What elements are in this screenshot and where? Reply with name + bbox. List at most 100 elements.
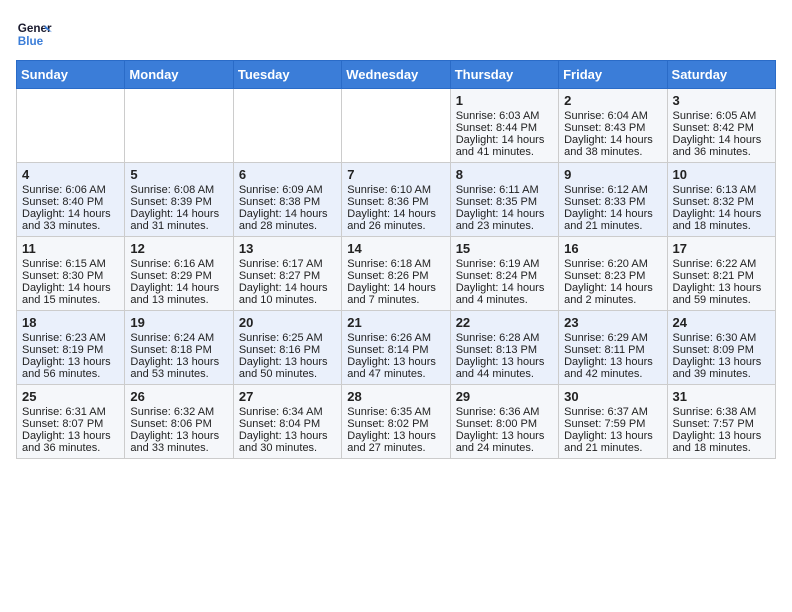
day-number: 30 [564, 389, 661, 404]
day-info: Daylight: 13 hours and 30 minutes. [239, 430, 336, 454]
day-info: Sunrise: 6:06 AM [22, 184, 119, 196]
day-cell: 22Sunrise: 6:28 AMSunset: 8:13 PMDayligh… [450, 311, 558, 385]
day-cell: 10Sunrise: 6:13 AMSunset: 8:32 PMDayligh… [667, 163, 775, 237]
day-cell [342, 89, 450, 163]
day-cell: 13Sunrise: 6:17 AMSunset: 8:27 PMDayligh… [233, 237, 341, 311]
day-cell: 7 Sunrise: 6:10 AMSunset: 8:36 PMDaylight… [342, 163, 450, 237]
day-info: Daylight: 14 hours and 31 minutes. [130, 208, 227, 232]
day-cell: 18Sunrise: 6:23 AMSunset: 8:19 PMDayligh… [17, 311, 125, 385]
day-number: 1 [456, 93, 553, 108]
day-info: Sunset: 8:30 PM [22, 270, 119, 282]
day-info: Daylight: 14 hours and 38 minutes. [564, 134, 661, 158]
day-info: Sunrise: 6:29 AM [564, 332, 661, 344]
day-info: Sunrise: 6:36 AM [456, 406, 553, 418]
day-cell: 16Sunrise: 6:20 AMSunset: 8:23 PMDayligh… [559, 237, 667, 311]
day-info: Daylight: 14 hours and 10 minutes. [239, 282, 336, 306]
weekday-header-monday: Monday [125, 61, 233, 89]
day-info: Sunrise: 6:04 AM [564, 110, 661, 122]
day-info: Sunrise: 6:38 AM [673, 406, 770, 418]
day-info: Sunrise: 6:34 AM [239, 406, 336, 418]
day-cell: 25Sunrise: 6:31 AMSunset: 8:07 PMDayligh… [17, 385, 125, 459]
day-info: Sunset: 8:18 PM [130, 344, 227, 356]
day-number: 21 [347, 315, 444, 330]
day-info: Sunset: 7:59 PM [564, 418, 661, 430]
day-cell: 20Sunrise: 6:25 AMSunset: 8:16 PMDayligh… [233, 311, 341, 385]
day-info: Daylight: 13 hours and 21 minutes. [564, 430, 661, 454]
day-info: Daylight: 14 hours and 36 minutes. [673, 134, 770, 158]
day-info: Sunrise: 6:10 AM [347, 184, 444, 196]
day-cell: 6Sunrise: 6:09 AMSunset: 8:38 PMDaylight… [233, 163, 341, 237]
day-info: Daylight: 13 hours and 27 minutes. [347, 430, 444, 454]
day-info: Daylight: 13 hours and 18 minutes. [673, 430, 770, 454]
day-info: Sunset: 8:11 PM [564, 344, 661, 356]
day-cell: 26Sunrise: 6:32 AMSunset: 8:06 PMDayligh… [125, 385, 233, 459]
day-cell: 8Sunrise: 6:11 AMSunset: 8:35 PMDaylight… [450, 163, 558, 237]
day-info: Sunrise: 6:25 AM [239, 332, 336, 344]
day-cell: 5 Sunrise: 6:08 AMSunset: 8:39 PMDaylight… [125, 163, 233, 237]
day-number: 7 [347, 167, 444, 182]
day-number: 19 [130, 315, 227, 330]
day-info: Sunset: 8:24 PM [456, 270, 553, 282]
day-number: 17 [673, 241, 770, 256]
day-cell: 12Sunrise: 6:16 AMSunset: 8:29 PMDayligh… [125, 237, 233, 311]
day-info: Daylight: 13 hours and 56 minutes. [22, 356, 119, 380]
day-info: Sunset: 8:42 PM [673, 122, 770, 134]
day-info: Sunset: 8:16 PM [239, 344, 336, 356]
day-info: Sunrise: 6:28 AM [456, 332, 553, 344]
day-info: Sunrise: 6:26 AM [347, 332, 444, 344]
day-info: Sunrise: 6:16 AM [130, 258, 227, 270]
day-info: Daylight: 14 hours and 26 minutes. [347, 208, 444, 232]
day-info: Daylight: 14 hours and 41 minutes. [456, 134, 553, 158]
day-number: 9 [564, 167, 661, 182]
day-info: Sunset: 8:23 PM [564, 270, 661, 282]
day-info: Sunset: 8:39 PM [130, 196, 227, 208]
day-info: Sunset: 8:21 PM [673, 270, 770, 282]
day-cell: 30 Sunrise: 6:37 AMSunset: 7:59 PMDayligh… [559, 385, 667, 459]
day-info: Daylight: 13 hours and 47 minutes. [347, 356, 444, 380]
weekday-header-row: SundayMondayTuesdayWednesdayThursdayFrid… [17, 61, 776, 89]
day-info: Sunrise: 6:05 AM [673, 110, 770, 122]
page-header: General Blue [16, 16, 776, 52]
day-info: Sunrise: 6:35 AM [347, 406, 444, 418]
day-cell [125, 89, 233, 163]
week-row-5: 25Sunrise: 6:31 AMSunset: 8:07 PMDayligh… [17, 385, 776, 459]
day-info: Sunset: 8:38 PM [239, 196, 336, 208]
day-cell [233, 89, 341, 163]
weekday-header-tuesday: Tuesday [233, 61, 341, 89]
day-info: Sunrise: 6:08 AM [130, 184, 227, 196]
day-info: Sunrise: 6:32 AM [130, 406, 227, 418]
day-info: Daylight: 14 hours and 18 minutes. [673, 208, 770, 232]
day-number: 2 [564, 93, 661, 108]
weekday-header-thursday: Thursday [450, 61, 558, 89]
day-cell: 29Sunrise: 6:36 AMSunset: 8:00 PMDayligh… [450, 385, 558, 459]
day-number: 25 [22, 389, 119, 404]
week-row-2: 4Sunrise: 6:06 AMSunset: 8:40 PMDaylight… [17, 163, 776, 237]
logo-icon: General Blue [16, 16, 52, 52]
day-info: Sunrise: 6:30 AM [673, 332, 770, 344]
day-cell: 2 Sunrise: 6:04 AMSunset: 8:43 PMDaylight… [559, 89, 667, 163]
day-info: Sunset: 8:02 PM [347, 418, 444, 430]
day-info: Daylight: 14 hours and 13 minutes. [130, 282, 227, 306]
day-cell: 3Sunrise: 6:05 AMSunset: 8:42 PMDaylight… [667, 89, 775, 163]
day-cell: 1Sunrise: 6:03 AMSunset: 8:44 PMDaylight… [450, 89, 558, 163]
day-info: Sunset: 8:43 PM [564, 122, 661, 134]
day-info: Sunrise: 6:22 AM [673, 258, 770, 270]
day-info: Daylight: 14 hours and 7 minutes. [347, 282, 444, 306]
day-info: Sunset: 8:07 PM [22, 418, 119, 430]
day-number: 12 [130, 241, 227, 256]
day-cell: 9Sunrise: 6:12 AMSunset: 8:33 PMDaylight… [559, 163, 667, 237]
day-number: 13 [239, 241, 336, 256]
day-number: 5 [130, 167, 227, 182]
day-info: Daylight: 14 hours and 2 minutes. [564, 282, 661, 306]
day-info: Daylight: 13 hours and 44 minutes. [456, 356, 553, 380]
day-info: Sunset: 8:13 PM [456, 344, 553, 356]
day-number: 23 [564, 315, 661, 330]
day-info: Sunrise: 6:18 AM [347, 258, 444, 270]
day-info: Daylight: 14 hours and 23 minutes. [456, 208, 553, 232]
day-number: 15 [456, 241, 553, 256]
day-info: Sunrise: 6:37 AM [564, 406, 661, 418]
day-info: Sunset: 8:44 PM [456, 122, 553, 134]
day-info: Sunrise: 6:19 AM [456, 258, 553, 270]
day-info: Sunset: 8:36 PM [347, 196, 444, 208]
day-cell: 27Sunrise: 6:34 AMSunset: 8:04 PMDayligh… [233, 385, 341, 459]
